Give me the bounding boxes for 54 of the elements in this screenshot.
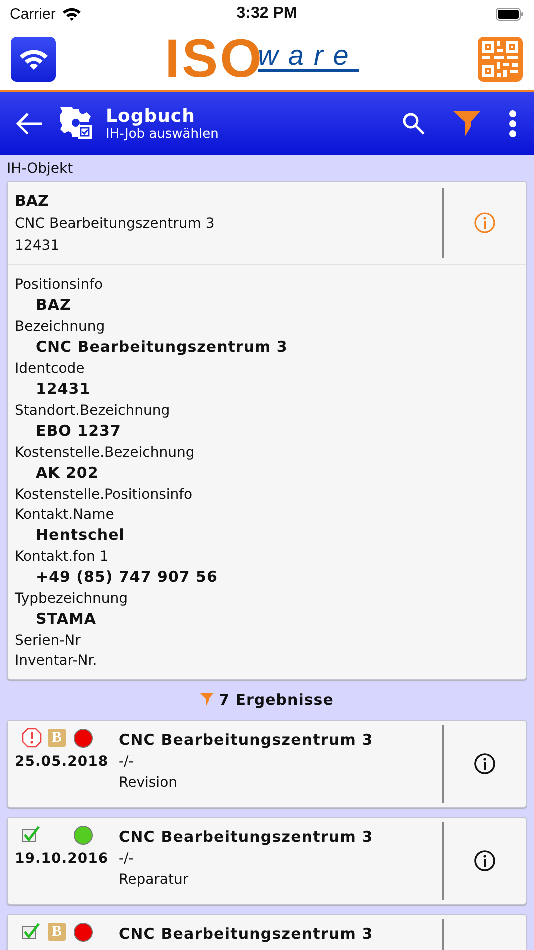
result-card[interactable]: 19.10.2016 CNC Bearbeitungszentrum 3 -/- Reparatur xyxy=(7,817,527,905)
field-value: +49 (85) 747 907 56 xyxy=(35,567,219,587)
letter-badge: B xyxy=(48,923,66,941)
filter-icon xyxy=(200,693,214,707)
more-menu-icon xyxy=(508,110,518,138)
job-date: 25.05.2018 xyxy=(15,754,109,770)
field-label: Bezeichnung xyxy=(15,318,106,337)
qr-code-button[interactable] xyxy=(478,36,523,82)
object-summary-text: BAZ xyxy=(15,192,50,210)
result-count: 7 Ergebnisse xyxy=(219,691,334,709)
field-label: Kostenstelle.Positionsinfo xyxy=(15,486,194,505)
field-label: Kontakt.fon 1 xyxy=(15,548,110,567)
field-value: CNC Bearbeitungszentrum 3 xyxy=(35,337,289,357)
object-summary-text: CNC Bearbeitungszentrum 3 xyxy=(15,216,216,232)
info-button[interactable] xyxy=(474,850,496,872)
job-date: 19.10.2016 xyxy=(15,851,109,867)
search-icon xyxy=(402,112,426,136)
gear-checklist-icon xyxy=(60,106,94,140)
screen-title: Logbuch xyxy=(106,106,196,126)
section-heading: IH-Objekt xyxy=(7,161,74,177)
field-value: Hentschel xyxy=(35,525,126,545)
battery-icon xyxy=(496,8,524,20)
field-label: Kontakt.Name xyxy=(15,506,116,525)
field-label: Typbezeichnung xyxy=(15,590,129,609)
letter-badge: B xyxy=(48,729,66,747)
result-card[interactable]: B CNC Bearbeitungszentrum 3 xyxy=(7,914,527,950)
field-value: 12431 xyxy=(35,379,92,399)
field-label: Kostenstelle.Bezeichnung xyxy=(15,444,196,463)
wifi-button[interactable] xyxy=(11,36,56,82)
job-object-name: CNC Bearbeitungszentrum 3 xyxy=(119,925,374,943)
result-card[interactable]: B 25.05.2018 CNC Bearbeitungszentrum 3 -/- Revision xyxy=(7,720,527,808)
job-object-name: CNC Bearbeitungszentrum 3 xyxy=(119,828,374,846)
wifi-icon xyxy=(18,48,48,70)
field-value: STAMA xyxy=(35,609,98,629)
job-description: -/- xyxy=(119,754,135,770)
field-label: Identcode xyxy=(15,360,86,379)
object-summary-text: 12431 xyxy=(15,238,61,254)
job-description: -/- xyxy=(119,851,135,867)
job-type: Reparatur xyxy=(119,872,190,888)
clock-time: 3:32 PM xyxy=(236,5,298,23)
wifi-signal-icon xyxy=(62,7,82,21)
field-label: Serien-Nr xyxy=(15,632,82,651)
field-value: BAZ xyxy=(35,295,72,315)
field-label: Positionsinfo xyxy=(15,276,104,295)
screen-subtitle: IH-Job auswählen xyxy=(106,126,220,142)
job-object-name: CNC Bearbeitungszentrum 3 xyxy=(119,731,374,749)
field-value: EBO 1237 xyxy=(35,421,122,441)
info-button[interactable] xyxy=(474,753,496,775)
field-label: Inventar-Nr. xyxy=(15,652,98,671)
field-value: AK 202 xyxy=(35,463,100,483)
field-label: Standort.Bezeichnung xyxy=(15,402,172,421)
back-arrow-icon xyxy=(16,112,44,136)
carrier-label: Carrier xyxy=(10,6,56,22)
job-type: Revision xyxy=(119,775,179,791)
